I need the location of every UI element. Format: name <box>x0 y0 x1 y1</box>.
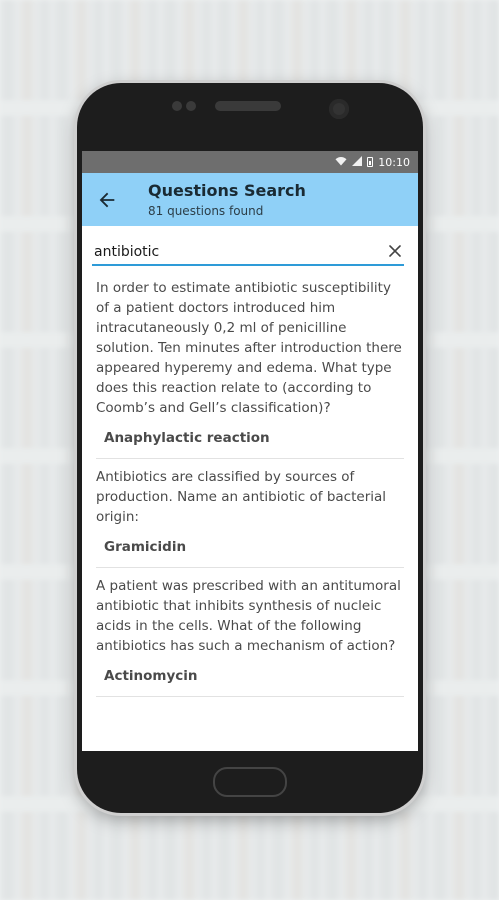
page-title: Questions Search <box>148 181 306 200</box>
arrow-left-icon[interactable] <box>96 189 118 211</box>
list-item[interactable]: In order to estimate antibiotic suscepti… <box>96 270 404 459</box>
phone-top-bezel <box>77 83 423 151</box>
front-camera <box>329 99 349 119</box>
app-titles: Questions Search 81 questions found <box>148 181 306 218</box>
app-bar: Questions Search 81 questions found <box>82 173 418 226</box>
home-button[interactable] <box>213 767 287 797</box>
answer-text: Gramicidin <box>104 539 187 555</box>
answer-text: Actinomycin <box>104 668 198 684</box>
results-count: 81 questions found <box>148 204 264 218</box>
battery-icon <box>367 157 374 167</box>
answer-text: Anaphylactic reaction <box>104 430 270 446</box>
phone-screen: 10:10 Questions Search 81 questions foun… <box>82 151 418 751</box>
sensor-dot <box>172 101 182 111</box>
question-text: Antibiotics are classified by sources of… <box>96 469 387 525</box>
sensor-dot <box>186 101 196 111</box>
search-input[interactable] <box>92 240 404 264</box>
status-bar: 10:10 <box>82 151 418 173</box>
earpiece-speaker <box>215 101 281 111</box>
search-bar <box>92 240 404 266</box>
phone-frame: 10:10 Questions Search 81 questions foun… <box>77 83 423 813</box>
results-list: In order to estimate antibiotic suscepti… <box>82 266 418 697</box>
status-time: 10:10 <box>378 155 410 169</box>
question-text: In order to estimate antibiotic suscepti… <box>96 280 402 416</box>
close-icon[interactable] <box>388 244 402 258</box>
signal-icon <box>352 155 363 169</box>
list-item[interactable]: Antibiotics are classified by sources of… <box>96 459 404 568</box>
question-text: A patient was prescribed with an antitum… <box>96 578 401 654</box>
wifi-icon <box>335 156 347 169</box>
list-item[interactable]: A patient was prescribed with an antitum… <box>96 568 404 697</box>
